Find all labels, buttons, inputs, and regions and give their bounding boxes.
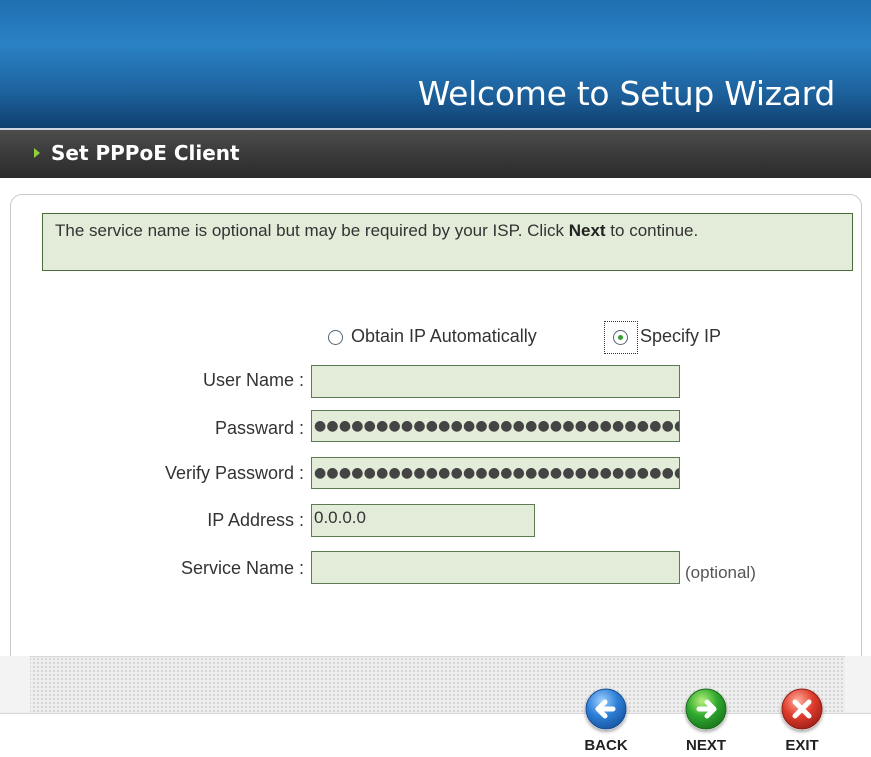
footer-edge-left bbox=[0, 656, 30, 712]
exit-button[interactable]: EXIT bbox=[772, 688, 832, 754]
back-button[interactable]: BACK bbox=[576, 688, 636, 754]
radio-label-obtain-ip[interactable]: Obtain IP Automatically bbox=[351, 326, 537, 347]
user-name-label: User Name : bbox=[202, 370, 304, 390]
page-title: Welcome to Setup Wizard bbox=[417, 74, 836, 113]
footer-edge-right bbox=[845, 656, 871, 712]
service-name-label: Service Name : bbox=[180, 558, 304, 578]
info-text-bold: Next bbox=[568, 221, 606, 240]
radio-label-specify-ip[interactable]: Specify IP bbox=[640, 326, 721, 347]
info-text-before: The service name is optional but may be … bbox=[55, 221, 569, 240]
header-banner: Welcome to Setup Wizard bbox=[0, 0, 871, 128]
back-button-label: BACK bbox=[584, 737, 628, 754]
radio-obtain-ip-automatically[interactable] bbox=[328, 330, 343, 345]
info-text-after: to continue. bbox=[605, 221, 699, 240]
section-title: Set PPPoE Client bbox=[51, 141, 240, 165]
service-name-input[interactable] bbox=[311, 551, 680, 584]
radio-specify-ip[interactable] bbox=[613, 330, 628, 345]
verify-password-input[interactable]: ●●●●●●●●●●●●●●●●●●●●●●●●●●●●●●●●●●● bbox=[311, 457, 680, 489]
verify-password-label: Verify Password : bbox=[164, 463, 304, 483]
next-button[interactable]: NEXT bbox=[676, 688, 736, 754]
password-input[interactable]: ●●●●●●●●●●●●●●●●●●●●●●●●●●●●●●●●●●● bbox=[311, 410, 680, 442]
close-icon bbox=[781, 688, 823, 730]
next-button-label: NEXT bbox=[685, 737, 726, 754]
ip-address-label: IP Address : bbox=[207, 510, 304, 530]
section-arrow-icon bbox=[34, 148, 40, 158]
ip-address-input[interactable]: 0.0.0.0 bbox=[311, 504, 535, 537]
footer-strip bbox=[0, 656, 871, 714]
arrow-left-icon bbox=[585, 688, 627, 730]
user-name-input[interactable] bbox=[311, 365, 680, 398]
info-message: The service name is optional but may be … bbox=[42, 213, 853, 271]
service-name-optional-hint: (optional) bbox=[685, 563, 756, 582]
password-label: Passward : bbox=[214, 418, 304, 438]
radio-selected-dot bbox=[618, 335, 623, 340]
arrow-right-icon bbox=[685, 688, 727, 730]
exit-button-label: EXIT bbox=[785, 737, 819, 754]
